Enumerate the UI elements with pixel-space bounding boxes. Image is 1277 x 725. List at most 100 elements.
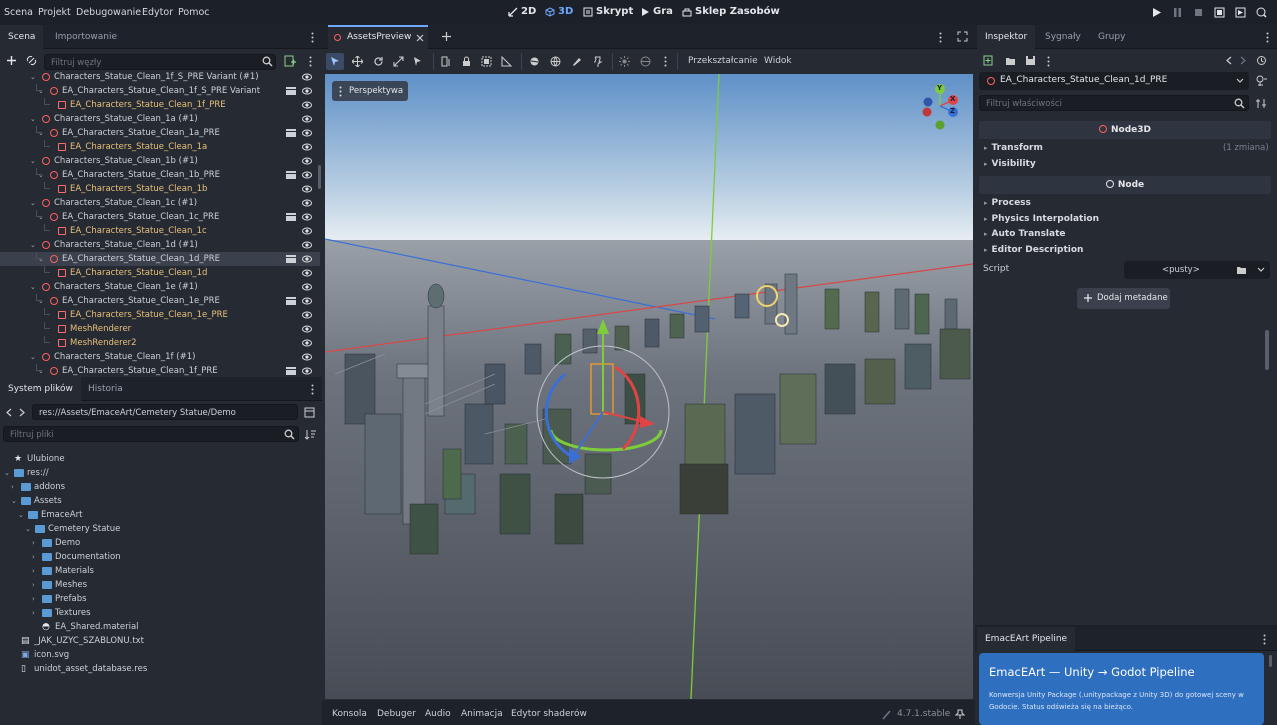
file-tree-row[interactable]: › Materials bbox=[0, 564, 320, 578]
file-tree-row[interactable]: › Documentation bbox=[0, 550, 320, 564]
scene-tree-row[interactable]: EA_Characters_Statue_Clean_1b bbox=[0, 182, 320, 196]
scene-tree-row[interactable]: ⌄ EA_Characters_Statue_Clean_1d_PRE bbox=[0, 252, 320, 266]
3d-viewport[interactable]: Perspektywa Y X Z bbox=[325, 74, 973, 699]
file-tree-row[interactable]: ⌄ Assets bbox=[0, 494, 320, 508]
visibility-eye-icon[interactable] bbox=[302, 199, 312, 207]
expand-arrow-icon[interactable]: ⌄ bbox=[30, 154, 36, 168]
movie-maker-icon[interactable] bbox=[1256, 7, 1267, 18]
visibility-eye-icon[interactable] bbox=[302, 115, 312, 123]
expand-arrow-icon[interactable]: ⌄ bbox=[30, 112, 36, 126]
file-tree-row[interactable]: › Prefabs bbox=[0, 592, 320, 606]
pin-icon[interactable] bbox=[592, 56, 603, 67]
resource-menu-icon[interactable] bbox=[1047, 56, 1050, 67]
node-selector[interactable]: EA_Characters_Statue_Clean_1d_PRE bbox=[979, 72, 1249, 90]
tab-pipeline[interactable]: EmacEArt Pipeline bbox=[977, 627, 1076, 651]
object-history-icon[interactable] bbox=[1256, 55, 1267, 66]
file-tree-row[interactable]: ⌄ Cemetery Statue bbox=[0, 522, 320, 536]
open-in-editor-icon[interactable] bbox=[286, 171, 296, 179]
node-filter-input[interactable]: Filtruj węzły bbox=[44, 54, 276, 70]
expand-arrow-icon[interactable]: ⌄ bbox=[38, 364, 44, 377]
visibility-eye-icon[interactable] bbox=[302, 255, 312, 263]
scene-tabs-menu-icon[interactable] bbox=[939, 32, 942, 43]
split-view-icon[interactable] bbox=[304, 407, 315, 418]
menu-debug[interactable]: Debugowanie bbox=[76, 7, 141, 18]
scene-tree-row[interactable]: ⌄ EA_Characters_Statue_Clean_1f_S_PRE Var… bbox=[0, 84, 320, 98]
expand-arrow-icon[interactable]: ⌄ bbox=[38, 294, 44, 308]
expand-arrow-icon[interactable]: › bbox=[32, 536, 35, 550]
visibility-eye-icon[interactable] bbox=[302, 73, 312, 81]
save-resource-icon[interactable] bbox=[1025, 55, 1036, 66]
mode-assetlib-button[interactable]: Sklep Zasobów bbox=[682, 6, 780, 17]
tab-animation[interactable]: Animacja bbox=[461, 709, 503, 719]
scene-tree-row[interactable]: ⌄ EA_Characters_Statue_Clean_1a_PRE bbox=[0, 126, 320, 140]
rotate-icon[interactable] bbox=[373, 56, 384, 67]
visibility-eye-icon[interactable] bbox=[302, 87, 312, 95]
expand-arrow-icon[interactable]: ⌄ bbox=[38, 126, 44, 140]
expand-arrow-icon[interactable]: ⌄ bbox=[25, 522, 31, 536]
move-icon[interactable] bbox=[352, 56, 363, 67]
scene-tree[interactable]: ⌄ Characters_Statue_Clean_1f_S_PRE Varian… bbox=[0, 70, 322, 377]
scene-tree-row[interactable]: MeshRenderer bbox=[0, 322, 320, 336]
visibility-eye-icon[interactable] bbox=[302, 339, 312, 347]
prop-visibility[interactable]: ▸ Visibility bbox=[984, 159, 1036, 169]
file-filter-input[interactable]: Filtruj pliki bbox=[3, 426, 299, 442]
scene-tree-row[interactable]: EA_Characters_Statue_Clean_1c bbox=[0, 224, 320, 238]
visibility-eye-icon[interactable] bbox=[302, 143, 312, 151]
expand-arrow-icon[interactable]: ⌄ bbox=[30, 196, 36, 210]
inspector-scrollbar[interactable] bbox=[1265, 330, 1269, 370]
menu-help[interactable]: Pomoc bbox=[178, 7, 210, 18]
back-icon[interactable] bbox=[5, 408, 13, 417]
node-info-icon[interactable] bbox=[1256, 75, 1268, 87]
file-tree-row[interactable]: ⌄ EmaceArt bbox=[0, 508, 320, 522]
inspector-settings-icon[interactable] bbox=[1256, 98, 1267, 109]
instance-scene-icon[interactable] bbox=[26, 55, 37, 66]
mode-2d-button[interactable]: 2D bbox=[508, 6, 536, 17]
scene-tree-menu-icon[interactable] bbox=[309, 56, 312, 67]
prop-process[interactable]: ▸ Process bbox=[984, 198, 1031, 208]
open-in-editor-icon[interactable] bbox=[286, 213, 296, 221]
open-in-editor-icon[interactable] bbox=[286, 255, 296, 263]
file-tree-row[interactable]: › Demo bbox=[0, 536, 320, 550]
filesystem-menu-icon[interactable] bbox=[311, 384, 314, 395]
file-tree-row[interactable]: ▣ icon.svg bbox=[0, 648, 320, 662]
scene-tree-row[interactable]: ⌄ EA_Characters_Statue_Clean_1b_PRE bbox=[0, 168, 320, 182]
expand-arrow-icon[interactable]: ⌄ bbox=[38, 252, 44, 266]
expand-arrow-icon[interactable]: ⌄ bbox=[4, 466, 10, 480]
mode-game-button[interactable]: Gra bbox=[640, 6, 673, 17]
scene-tree-row[interactable]: EA_Characters_Statue_Clean_1e_PRE bbox=[0, 308, 320, 322]
stop-icon[interactable] bbox=[1193, 7, 1204, 18]
tab-debugger[interactable]: Debuger bbox=[377, 709, 416, 719]
expand-arrow-icon[interactable]: ⌄ bbox=[38, 210, 44, 224]
visibility-eye-icon[interactable] bbox=[302, 367, 312, 375]
file-tree[interactable]: ★ Ulubione ⌄ res://› addons ⌄ Assets ⌄ EmaceArt ⌄… bbox=[0, 452, 322, 674]
pin-bottom-panel-icon[interactable] bbox=[955, 709, 965, 720]
visibility-eye-icon[interactable] bbox=[302, 101, 312, 109]
tab-assetspreview[interactable]: AssetsPreview bbox=[328, 25, 428, 49]
scene-tree-row[interactable]: ⌄ EA_Characters_Statue_Clean_1e_PRE bbox=[0, 294, 320, 308]
expand-arrow-icon[interactable]: › bbox=[32, 592, 35, 606]
pipeline-menu-icon[interactable] bbox=[1263, 634, 1266, 645]
prop-physics-interpolation[interactable]: ▸ Physics Interpolation bbox=[984, 214, 1099, 224]
ruler-icon[interactable] bbox=[441, 56, 452, 67]
scene-tree-row[interactable]: ⌄ Characters_Statue_Clean_1a (#1) bbox=[0, 112, 320, 126]
scene-tree-row[interactable]: EA_Characters_Statue_Clean_1d bbox=[0, 266, 320, 280]
open-in-editor-icon[interactable] bbox=[286, 129, 296, 137]
visibility-eye-icon[interactable] bbox=[302, 227, 312, 235]
visibility-eye-icon[interactable] bbox=[302, 269, 312, 277]
expand-arrow-icon[interactable]: ⌄ bbox=[18, 508, 24, 522]
tab-scene[interactable]: Scena bbox=[0, 25, 44, 49]
visibility-eye-icon[interactable] bbox=[302, 129, 312, 137]
visibility-eye-icon[interactable] bbox=[302, 241, 312, 249]
new-resource-icon[interactable] bbox=[983, 55, 994, 66]
new-scene-tab-icon[interactable] bbox=[441, 31, 452, 42]
scene-dock-menu-icon[interactable] bbox=[311, 32, 314, 43]
visibility-eye-icon[interactable] bbox=[302, 185, 312, 193]
sun-settings-icon[interactable] bbox=[619, 56, 630, 67]
play-icon[interactable] bbox=[1151, 7, 1162, 18]
visibility-eye-icon[interactable] bbox=[302, 353, 312, 361]
tab-groups[interactable]: Grupy bbox=[1090, 25, 1133, 49]
scene-tree-row[interactable]: ⌄ Characters_Statue_Clean_1f (#1) bbox=[0, 350, 320, 364]
scene-tree-row[interactable]: ⌄ EA_Characters_Statue_Clean_1f_PRE bbox=[0, 364, 320, 377]
open-in-editor-icon[interactable] bbox=[286, 87, 296, 95]
preview-sun-icon[interactable] bbox=[529, 56, 540, 67]
